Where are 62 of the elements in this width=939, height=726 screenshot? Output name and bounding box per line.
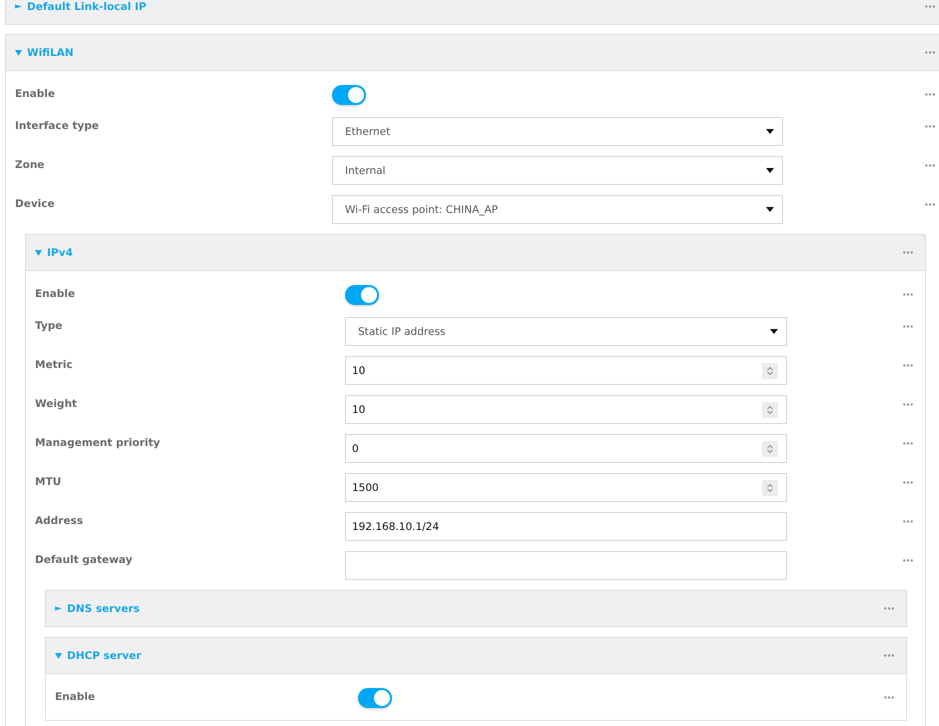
more-icon[interactable] <box>884 696 894 699</box>
caret-down-icon <box>55 652 62 659</box>
caret-down-icon <box>15 49 22 56</box>
caret-icon <box>770 329 778 334</box>
caret-icon <box>766 207 774 212</box>
field-label: Type <box>35 319 64 332</box>
caret-right-icon <box>55 605 62 612</box>
caret-icon <box>766 168 774 173</box>
dropdown-field[interactable]: Ethernet <box>332 117 783 146</box>
toggle-switch[interactable] <box>332 85 366 105</box>
more-icon[interactable] <box>903 442 913 445</box>
section-title: DNS servers <box>67 602 141 614</box>
more-icon[interactable] <box>903 481 913 484</box>
toggle-switch[interactable] <box>345 285 379 305</box>
dropdown-field[interactable]: Wi-Fi access point: CHINA_AP <box>332 195 783 224</box>
field-label: Interface type <box>15 119 100 132</box>
more-icon[interactable] <box>925 164 935 167</box>
field-label: MTU <box>35 475 62 488</box>
spinner-icon[interactable] <box>762 440 778 456</box>
number-field[interactable]: 1500 <box>345 473 787 502</box>
more-icon[interactable] <box>925 125 935 128</box>
field-label: Device <box>15 197 56 210</box>
field-label: Default gateway <box>35 553 134 566</box>
caret-right-icon <box>15 3 22 10</box>
more-icon[interactable] <box>925 203 935 206</box>
section-title: IPv4 <box>47 246 74 258</box>
more-icon[interactable] <box>903 251 913 254</box>
more-icon[interactable] <box>903 364 913 367</box>
field-label: Address <box>35 514 84 527</box>
section-title: Default Link-local IP <box>27 0 148 12</box>
toggle-switch[interactable] <box>358 688 392 708</box>
section-title: WifiLAN <box>27 46 75 58</box>
field-label: Enable <box>15 87 56 100</box>
number-field[interactable]: 10 <box>345 395 787 424</box>
more-icon[interactable] <box>925 51 935 54</box>
dropdown-field[interactable]: Static IP address <box>345 317 787 346</box>
more-icon[interactable] <box>903 403 913 406</box>
more-icon[interactable] <box>903 325 913 328</box>
more-icon[interactable] <box>903 520 913 523</box>
text-field[interactable]: 192.168.10.1/24 <box>345 512 787 541</box>
field-label: Metric <box>35 358 74 371</box>
more-icon[interactable] <box>884 607 894 610</box>
field-label: Weight <box>35 397 78 410</box>
more-icon[interactable] <box>884 654 894 657</box>
spinner-icon[interactable] <box>762 480 778 496</box>
more-icon[interactable] <box>925 5 935 8</box>
field-label: Enable <box>55 690 96 703</box>
more-icon[interactable] <box>903 559 913 562</box>
number-field[interactable]: 0 <box>345 434 787 463</box>
more-icon[interactable] <box>925 93 935 96</box>
spinner-icon[interactable] <box>762 362 778 378</box>
dropdown-field[interactable]: Internal <box>332 156 783 185</box>
field-label: Enable <box>35 287 76 300</box>
more-icon[interactable] <box>903 293 913 296</box>
spinner-icon[interactable] <box>762 402 778 418</box>
text-field[interactable] <box>345 551 787 580</box>
section-title: DHCP server <box>67 650 142 662</box>
number-field[interactable]: 10 <box>345 356 787 385</box>
field-label: Management priority <box>35 436 162 449</box>
field-label: Zone <box>15 158 46 171</box>
caret-down-icon <box>35 249 42 256</box>
caret-icon <box>766 129 774 134</box>
